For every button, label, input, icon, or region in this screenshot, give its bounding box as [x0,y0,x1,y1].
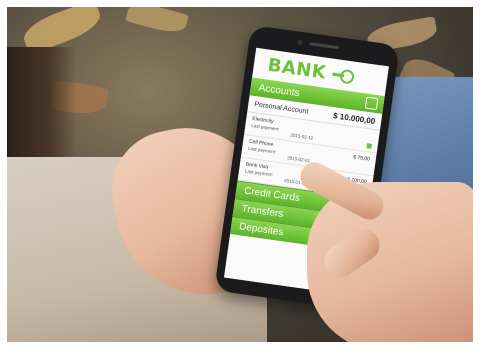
check-icon [366,143,372,149]
photo-scene: BANK Accounts Personal Account $ 10.000,… [7,7,473,342]
autumn-leaf [125,7,189,37]
personal-account-label: Personal Account [253,100,309,116]
bank-icon[interactable] [364,96,379,111]
speaker-grille [309,42,340,50]
bank-logo-text: BANK [266,54,328,84]
key-icon [331,68,355,85]
menu-deposites-label: Deposites [238,221,284,239]
personal-account-amount: $ 10.000,00 [332,110,376,126]
accounts-label: Accounts [257,82,301,99]
camera-icon [297,39,303,46]
